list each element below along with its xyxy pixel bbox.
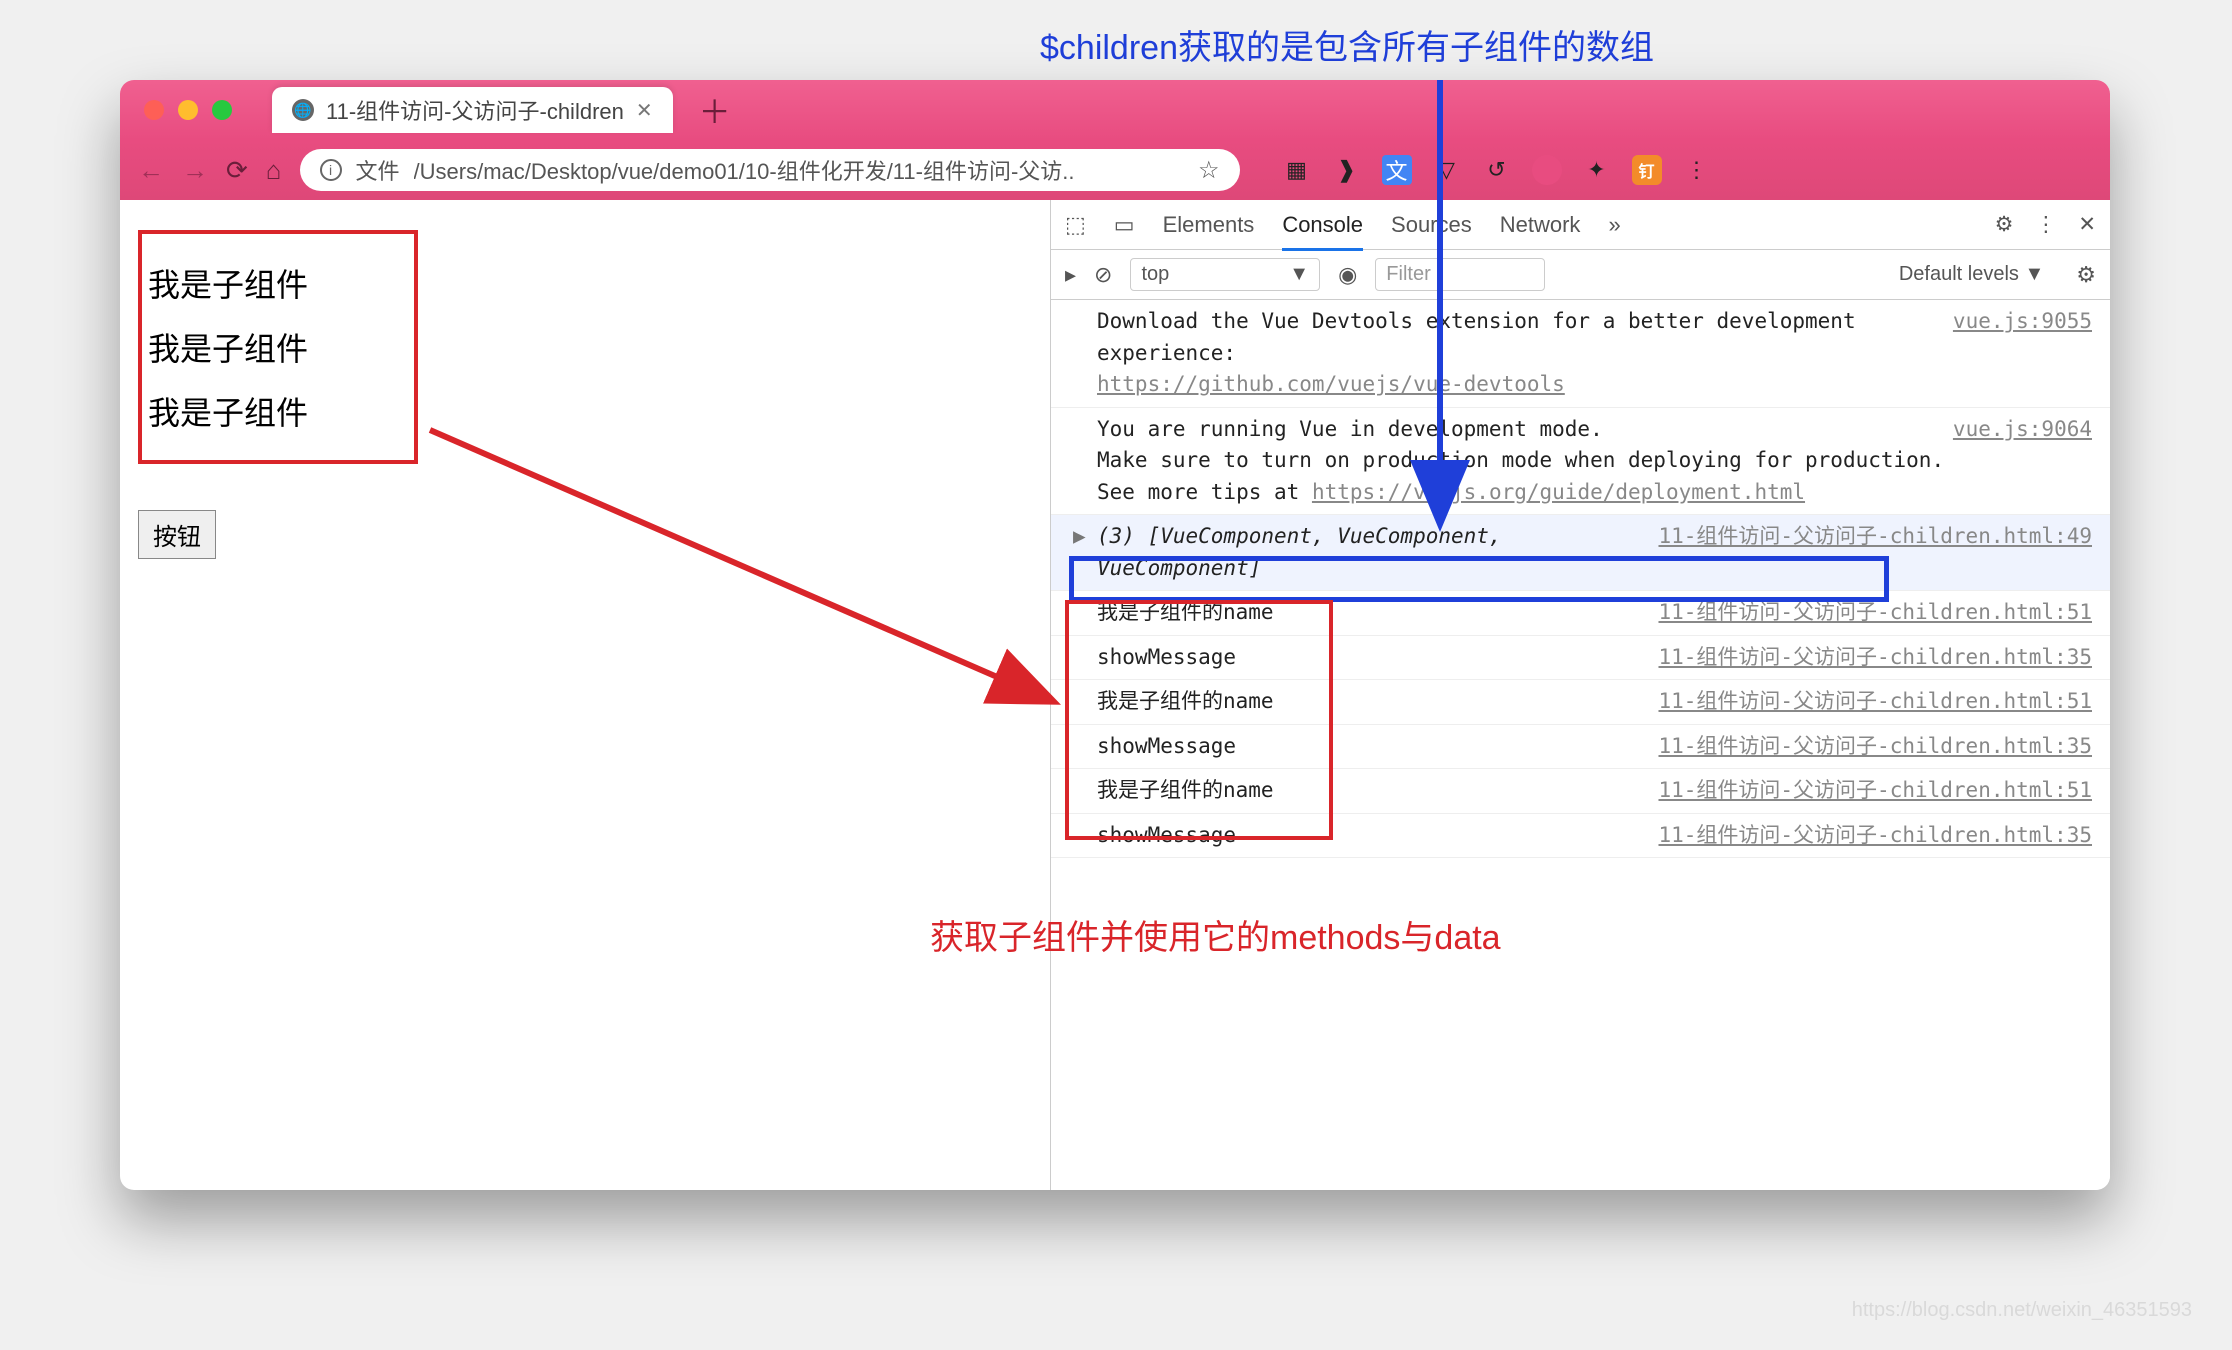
console-settings-icon[interactable]: ⚙ — [2076, 262, 2096, 288]
toolbar: ← → ⟳ ⌂ i 文件 /Users/mac/Desktop/vue/demo… — [120, 140, 2110, 200]
console-message: 11-组件访问-父访问子-children.html:51我是子组件的name — [1051, 680, 2110, 725]
settings-icon[interactable]: ⚙ — [1995, 212, 2014, 237]
shield-icon[interactable]: ▽ — [1432, 155, 1462, 185]
address-bar[interactable]: i 文件 /Users/mac/Desktop/vue/demo01/10-组件… — [300, 149, 1240, 191]
console-message: 11-组件访问-父访问子-children.html:35showMessage — [1051, 636, 2110, 681]
sidebar-toggle-icon[interactable]: ▸ — [1065, 262, 1076, 288]
kebab-icon[interactable]: ⋮ — [2035, 212, 2056, 237]
page-content: 我是子组件 我是子组件 我是子组件 按钮 — [120, 200, 1050, 1190]
filter-input[interactable]: Filter — [1375, 258, 1545, 291]
new-tab-button[interactable]: ＋ — [699, 87, 731, 133]
children-highlight-box: 我是子组件 我是子组件 我是子组件 — [138, 230, 418, 464]
menu-icon[interactable]: ⋮ — [1682, 155, 1712, 185]
close-devtools-icon[interactable]: ✕ — [2078, 212, 2096, 237]
child-component-text: 我是子组件 — [148, 260, 408, 306]
context-selector[interactable]: top▼ — [1130, 258, 1320, 291]
array-summary: (3) [VueComponent, VueComponent, VueComp… — [1097, 524, 1502, 580]
tab-elements[interactable]: Elements — [1163, 212, 1255, 238]
child-component-text: 我是子组件 — [148, 324, 408, 370]
qr-icon[interactable]: ▦ — [1282, 155, 1312, 185]
inspect-icon[interactable]: ⬚ — [1065, 212, 1086, 238]
tab-sources[interactable]: Sources — [1391, 212, 1472, 238]
more-tabs-icon[interactable]: » — [1608, 212, 1620, 238]
tab-title: 11-组件访问-父访问子-children — [326, 94, 624, 126]
console-filter-bar: ▸ ⊘ top▼ ◉ Filter Default levels ▼ ⚙ — [1051, 250, 2110, 300]
browser-tab[interactable]: 🌐 11-组件访问-父访问子-children ✕ — [272, 87, 673, 133]
source-link[interactable]: 11-组件访问-父访问子-children.html:35 — [1658, 731, 2092, 763]
devtools-url-link[interactable]: https://github.com/vuejs/vue-devtools — [1097, 372, 1565, 396]
url-scheme: 文件 — [356, 154, 400, 186]
minimize-window-icon[interactable] — [178, 100, 198, 120]
source-link[interactable]: 11-组件访问-父访问子-children.html:35 — [1658, 820, 2092, 852]
history-icon[interactable]: ↺ — [1482, 155, 1512, 185]
log-levels[interactable]: Default levels ▼ — [1899, 263, 2044, 286]
source-link[interactable]: 11-组件访问-父访问子-children.html:35 — [1658, 642, 2092, 674]
child-component-text: 我是子组件 — [148, 388, 408, 434]
console-message: 11-组件访问-父访问子-children.html:51我是子组件的name — [1051, 591, 2110, 636]
eye-icon[interactable]: ◉ — [1338, 262, 1357, 288]
device-icon[interactable]: ▭ — [1114, 212, 1135, 238]
url-text: /Users/mac/Desktop/vue/demo01/10-组件化开发/1… — [414, 154, 1075, 186]
devtools-tabs: ⬚ ▭ Elements Console Sources Network » ⚙… — [1051, 200, 2110, 250]
globe-icon: 🌐 — [292, 99, 314, 121]
bookmark-icon[interactable]: ☆ — [1198, 156, 1220, 185]
maximize-window-icon[interactable] — [212, 100, 232, 120]
source-link[interactable]: 11-组件访问-父访问子-children.html:49 — [1658, 521, 2092, 553]
back-button[interactable]: ← — [138, 155, 164, 186]
trigger-button[interactable]: 按钮 — [138, 510, 216, 559]
watermark: https://blog.csdn.net/weixin_46351593 — [1852, 1299, 2192, 1322]
devtools-panel: ⬚ ▭ Elements Console Sources Network » ⚙… — [1050, 200, 2110, 1190]
source-link[interactable]: 11-组件访问-父访问子-children.html:51 — [1658, 686, 2092, 718]
browser-window: 🌐 11-组件访问-父访问子-children ✕ ＋ ← → ⟳ ⌂ i 文件… — [120, 80, 2110, 1190]
source-link[interactable]: 11-组件访问-父访问子-children.html:51 — [1658, 775, 2092, 807]
console-array-row[interactable]: 11-组件访问-父访问子-children.html:49 ▶ (3) [Vue… — [1051, 515, 2110, 591]
console-message: 11-组件访问-父访问子-children.html:51我是子组件的name — [1051, 769, 2110, 814]
clear-console-icon[interactable]: ⊘ — [1094, 262, 1112, 288]
console-output: vue.js:9055 Download the Vue Devtools ex… — [1051, 300, 2110, 1190]
annotation-top: $children获取的是包含所有子组件的数组 — [1040, 20, 1654, 69]
annotation-bottom: 获取子组件并使用它的methods与data — [930, 910, 1501, 959]
tab-console[interactable]: Console — [1282, 212, 1363, 251]
info-icon: i — [320, 159, 342, 181]
source-link[interactable]: vue.js:9055 — [1953, 306, 2092, 338]
home-button[interactable]: ⌂ — [266, 155, 282, 186]
ext-icon-1[interactable]: ❱ — [1332, 155, 1362, 185]
ext-icon-2[interactable] — [1532, 155, 1562, 185]
expand-arrow-icon[interactable]: ▶ — [1073, 521, 1086, 553]
title-bar: 🌐 11-组件访问-父访问子-children ✕ ＋ — [120, 80, 2110, 140]
window-controls — [144, 100, 232, 120]
console-message: vue.js:9064 You are running Vue in devel… — [1051, 408, 2110, 516]
deployment-url-link[interactable]: https://vuejs.org/guide/deployment.html — [1312, 480, 1805, 504]
console-message: 11-组件访问-父访问子-children.html:35showMessage — [1051, 814, 2110, 859]
console-message: 11-组件访问-父访问子-children.html:35showMessage — [1051, 725, 2110, 770]
close-window-icon[interactable] — [144, 100, 164, 120]
tab-network[interactable]: Network — [1500, 212, 1581, 238]
console-message: vue.js:9055 Download the Vue Devtools ex… — [1051, 300, 2110, 408]
close-tab-icon[interactable]: ✕ — [636, 98, 653, 123]
puzzle-icon[interactable]: ✦ — [1582, 155, 1612, 185]
reload-button[interactable]: ⟳ — [226, 155, 248, 186]
source-link[interactable]: 11-组件访问-父访问子-children.html:51 — [1658, 597, 2092, 629]
source-link[interactable]: vue.js:9064 — [1953, 414, 2092, 446]
forward-button[interactable]: → — [182, 155, 208, 186]
extensions-row: ▦ ❱ 文 ▽ ↺ ✦ 钉 ⋮ — [1282, 155, 1712, 185]
translate-icon[interactable]: 文 — [1382, 155, 1412, 185]
pin-extension-badge[interactable]: 钉 — [1632, 155, 1662, 185]
